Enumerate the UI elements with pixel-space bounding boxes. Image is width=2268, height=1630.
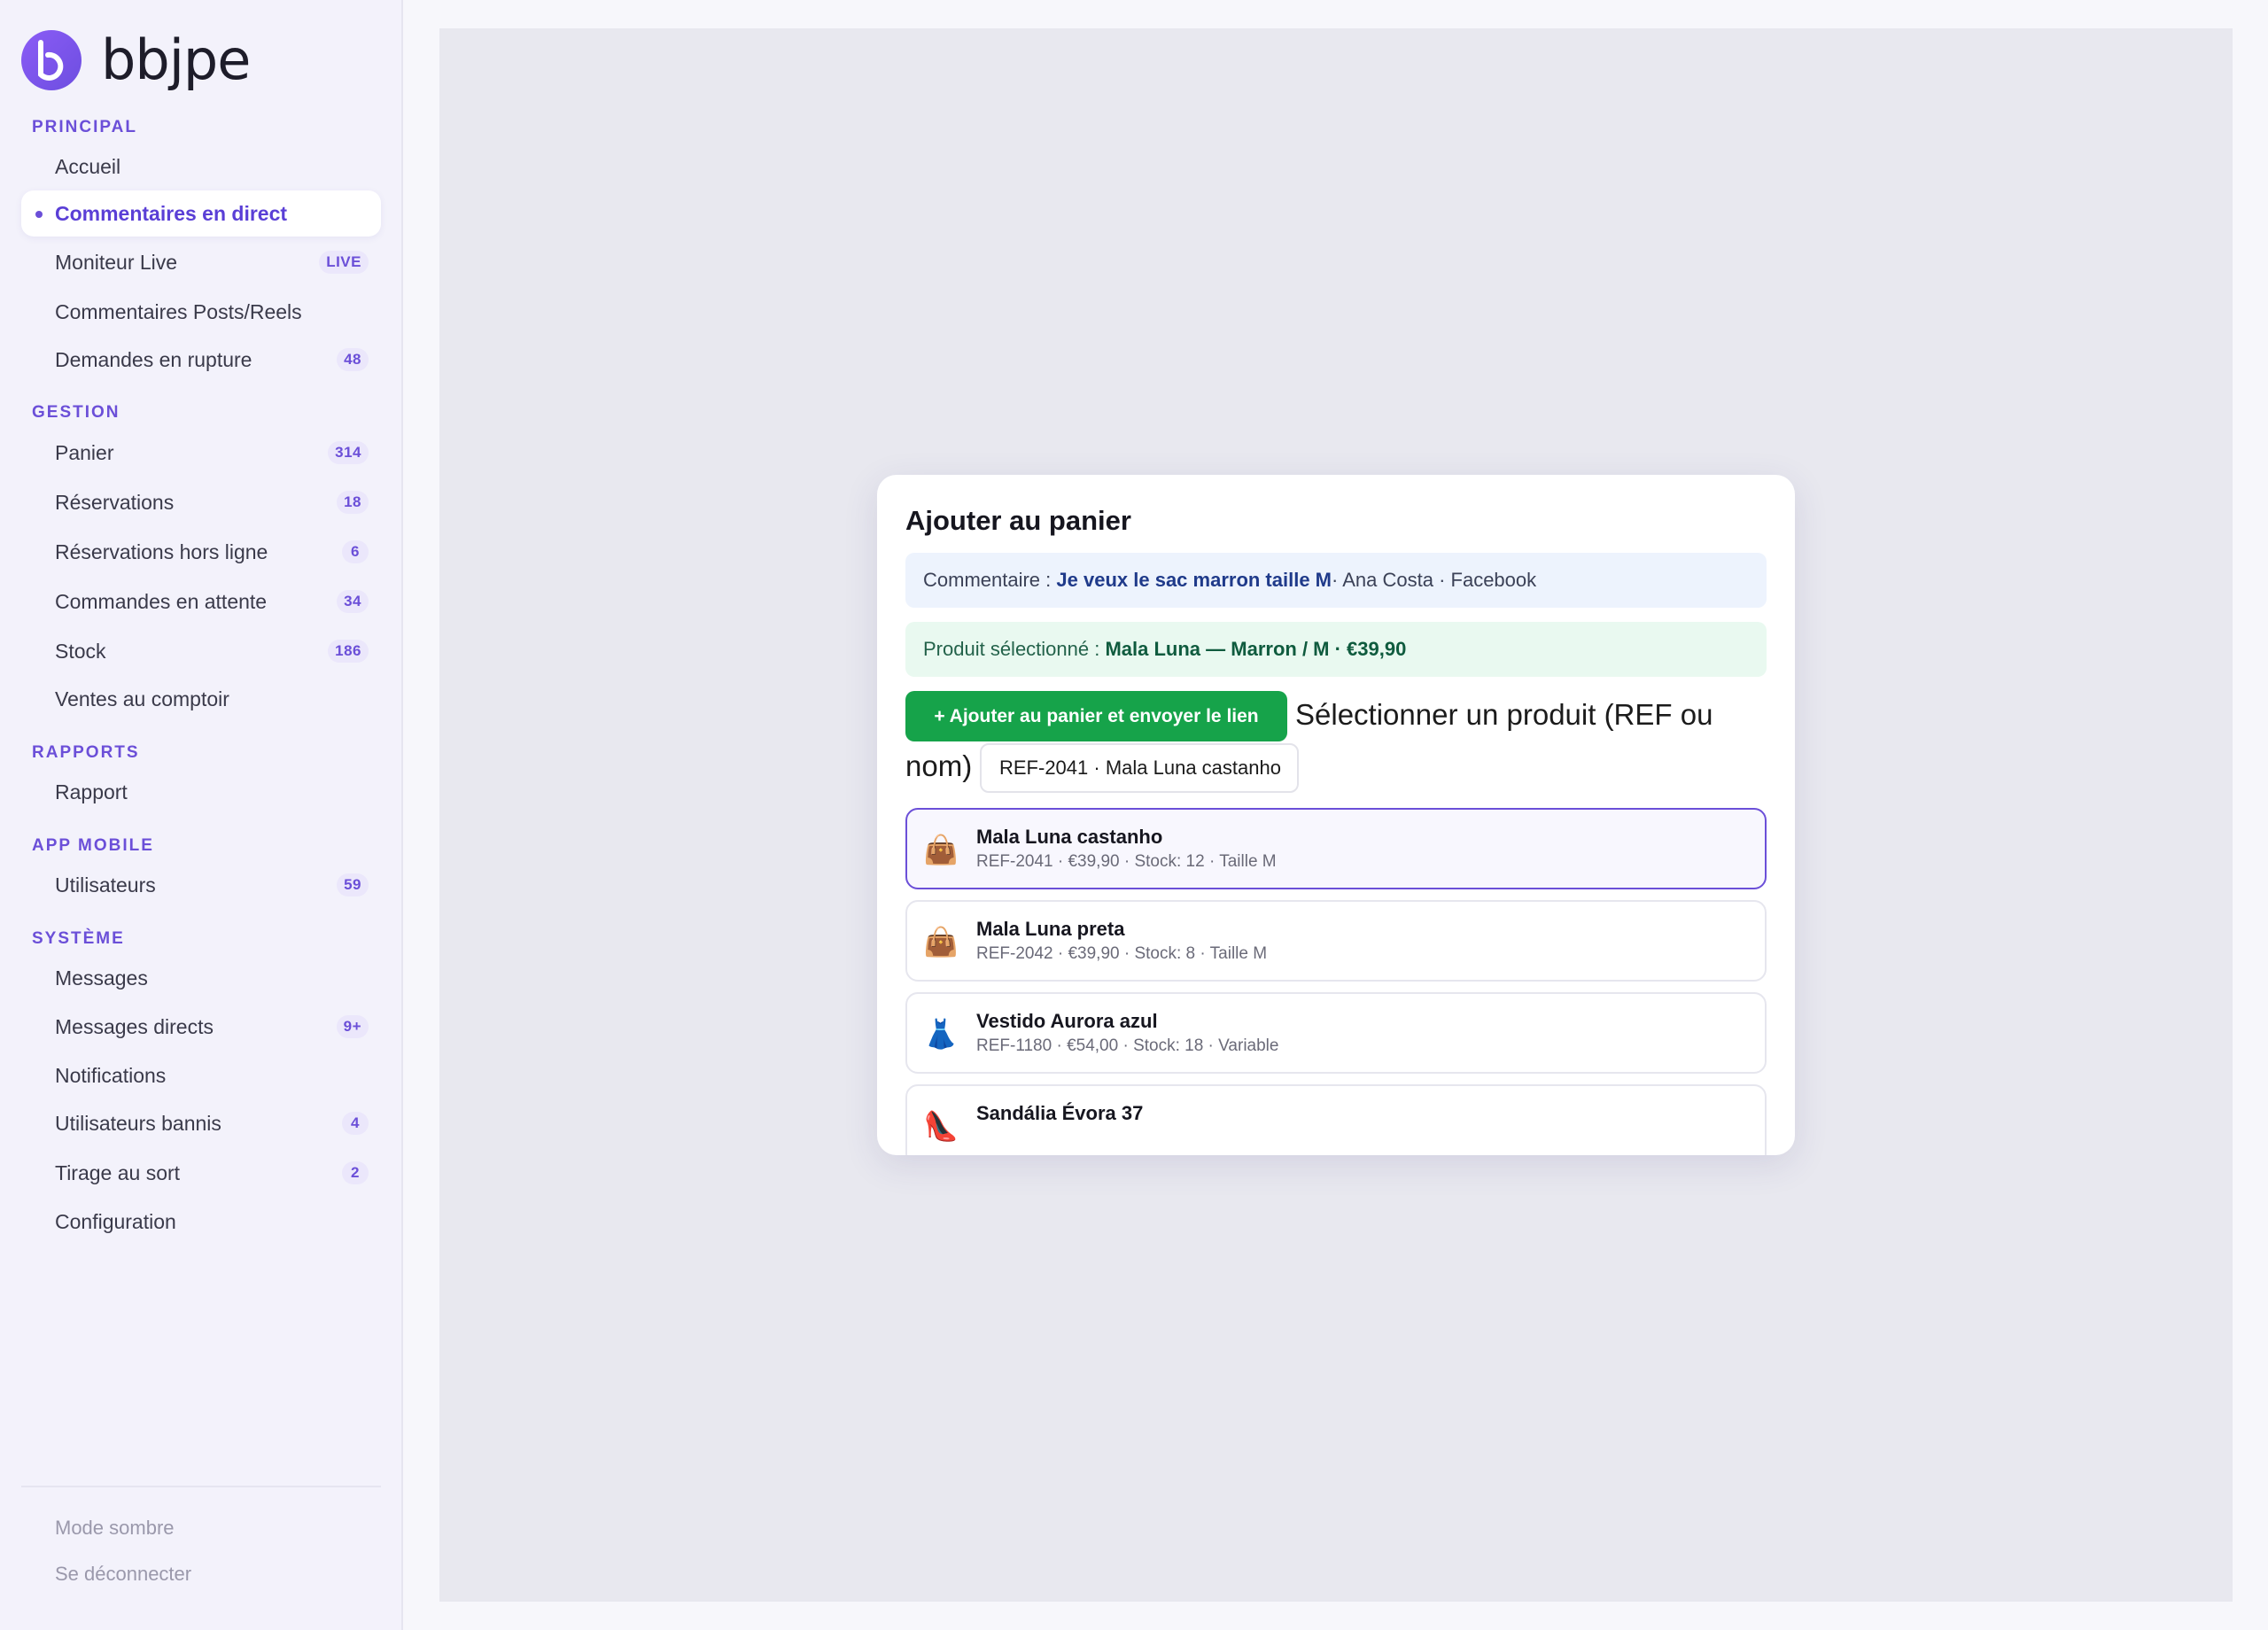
product-meta: REF-1180 · €54,00 · Stock: 18 · Variable bbox=[976, 1036, 1279, 1055]
dark-mode-toggle[interactable]: Mode sombre bbox=[55, 1517, 175, 1540]
sidebar-item-reservations-hors-ligne[interactable]: Réservations hors ligne 6 bbox=[21, 529, 381, 575]
add-to-cart-send-link-button[interactable]: + Ajouter au panier et envoyer le lien bbox=[905, 691, 1287, 741]
product-name: Mala Luna castanho bbox=[976, 826, 1163, 848]
brand-name: bbjpe bbox=[101, 27, 251, 92]
selected-product-text: Mala Luna — Marron / M · €39,90 bbox=[1105, 638, 1407, 660]
comment-prefix: Commentaire : bbox=[923, 569, 1052, 591]
handbag-icon: 👜 bbox=[923, 834, 959, 865]
product-result-item[interactable]: 👗 Vestido Aurora azul REF-1180 · €54,00 … bbox=[905, 992, 1767, 1074]
sidebar-item-label: Commentaires Posts/Reels bbox=[55, 299, 302, 323]
product-select-label: Sélectionner un produit (REF ou bbox=[1295, 698, 1713, 731]
sidebar-item-configuration[interactable]: Configuration bbox=[21, 1199, 381, 1245]
brand-logo-icon bbox=[21, 30, 82, 90]
sidebar-item-utilisateurs[interactable]: Utilisateurs 59 bbox=[21, 862, 381, 908]
sidebar-item-messages-directs[interactable]: Messages directs 9+ bbox=[21, 1004, 381, 1050]
count-badge: 2 bbox=[342, 1161, 369, 1184]
live-badge: LIVE bbox=[319, 251, 369, 274]
sidebar-item-panier[interactable]: Panier 314 bbox=[21, 430, 381, 476]
product-name: Sandália Évora 37 bbox=[976, 1102, 1144, 1124]
product-results-list: 👜 Mala Luna castanho REF-2041 · €39,90 ·… bbox=[905, 808, 1767, 1155]
sidebar-item-label: Messages directs bbox=[55, 1014, 214, 1038]
sidebar-item-commandes-en-attente[interactable]: Commandes en attente 34 bbox=[21, 578, 381, 625]
section-title-rapports: RAPPORTS bbox=[32, 743, 140, 762]
sidebar-item-label: Ventes au comptoir bbox=[55, 687, 229, 710]
sidebar-item-stock[interactable]: Stock 186 bbox=[21, 628, 381, 674]
count-badge: 18 bbox=[337, 491, 369, 514]
sidebar-item-label: Commandes en attente bbox=[55, 589, 268, 613]
count-badge: 314 bbox=[328, 441, 369, 464]
product-name: Mala Luna preta bbox=[976, 918, 1125, 940]
sidebar-item-utilisateurs-bannis[interactable]: Utilisateurs bannis 4 bbox=[21, 1100, 381, 1146]
count-badge: 48 bbox=[337, 348, 369, 371]
sidebar-item-label: Réservations bbox=[55, 490, 175, 514]
sidebar-item-tirage-au-sort[interactable]: Tirage au sort 2 bbox=[21, 1150, 381, 1196]
sidebar-item-label: Stock bbox=[55, 639, 106, 663]
sidebar-item-notifications[interactable]: Notifications bbox=[21, 1052, 381, 1098]
count-badge: 59 bbox=[337, 873, 369, 896]
selected-product-prefix: Produit sélectionné : bbox=[923, 638, 1100, 660]
product-select-label-continued: nom) bbox=[905, 749, 973, 782]
section-title-systeme: SYSTÈME bbox=[32, 929, 125, 948]
sidebar-item-accueil[interactable]: Accueil bbox=[21, 144, 381, 190]
count-badge: 186 bbox=[328, 640, 369, 663]
sidebar-item-label: Rapport bbox=[55, 780, 128, 803]
product-search-input[interactable] bbox=[980, 743, 1299, 793]
sidebar-item-label: Moniteur Live bbox=[55, 250, 178, 274]
sidebar-item-label: Messages bbox=[55, 966, 148, 990]
count-badge: 4 bbox=[342, 1112, 369, 1135]
add-to-cart-modal: Ajouter au panier Commentaire : Je veux … bbox=[877, 475, 1795, 1155]
section-title-principal: PRINCIPAL bbox=[32, 118, 137, 136]
product-name: Vestido Aurora azul bbox=[976, 1010, 1158, 1032]
sidebar-item-label: Accueil bbox=[55, 154, 121, 178]
sidebar-item-reservations[interactable]: Réservations 18 bbox=[21, 479, 381, 525]
section-title-app-mobile: APP MOBILE bbox=[32, 836, 154, 855]
selected-product-box: Produit sélectionné : Mala Luna — Marron… bbox=[905, 622, 1767, 677]
sidebar-item-label: Commentaires en direct bbox=[55, 201, 288, 225]
sidebar-item-label: Panier bbox=[55, 440, 114, 464]
dress-icon: 👗 bbox=[923, 1018, 959, 1050]
product-result-item[interactable]: 👜 Mala Luna castanho REF-2041 · €39,90 ·… bbox=[905, 808, 1767, 889]
sidebar-item-moniteur-live[interactable]: Moniteur Live LIVE bbox=[21, 239, 381, 285]
modal-title: Ajouter au panier bbox=[905, 505, 1131, 536]
active-indicator-dot bbox=[35, 211, 43, 218]
count-badge: 34 bbox=[337, 590, 369, 613]
handbag-icon: 👜 bbox=[923, 926, 959, 958]
count-badge: 6 bbox=[342, 540, 369, 563]
logout-link[interactable]: Se déconnecter bbox=[55, 1563, 191, 1586]
sidebar-item-commentaires-en-direct[interactable]: Commentaires en direct bbox=[21, 190, 381, 237]
sidebar-item-label: Utilisateurs bbox=[55, 873, 156, 896]
comment-info-box: Commentaire : Je veux le sac marron tail… bbox=[905, 553, 1767, 608]
section-title-gestion: GESTION bbox=[32, 403, 120, 422]
sidebar-item-rapport[interactable]: Rapport bbox=[21, 769, 381, 815]
product-meta: REF-2042 · €39,90 · Stock: 8 · Taille M bbox=[976, 944, 1268, 963]
high-heel-icon: 👠 bbox=[923, 1110, 959, 1142]
sidebar-divider bbox=[21, 1486, 381, 1487]
comment-author-source: · Ana Costa · Facebook bbox=[1332, 569, 1537, 591]
sidebar-item-ventes-au-comptoir[interactable]: Ventes au comptoir bbox=[21, 676, 381, 722]
comment-text: Je veux le sac marron taille M bbox=[1056, 569, 1332, 591]
sidebar-item-demandes-en-rupture[interactable]: Demandes en rupture 48 bbox=[21, 337, 381, 383]
sidebar-item-commentaires-posts-reels[interactable]: Commentaires Posts/Reels bbox=[21, 289, 381, 335]
count-badge: 9+ bbox=[336, 1015, 369, 1038]
sidebar-item-label: Configuration bbox=[55, 1209, 176, 1233]
product-result-item[interactable]: 👠 Sandália Évora 37 bbox=[905, 1084, 1767, 1155]
product-result-item[interactable]: 👜 Mala Luna preta REF-2042 · €39,90 · St… bbox=[905, 900, 1767, 982]
sidebar-item-label: Demandes en rupture bbox=[55, 347, 252, 371]
sidebar-item-label: Notifications bbox=[55, 1063, 167, 1087]
sidebar-item-label: Tirage au sort bbox=[55, 1160, 181, 1184]
sidebar-item-label: Utilisateurs bannis bbox=[55, 1111, 221, 1135]
product-meta: REF-2041 · €39,90 · Stock: 12 · Taille M bbox=[976, 852, 1277, 871]
sidebar-item-label: Réservations hors ligne bbox=[55, 539, 268, 563]
brand[interactable]: bbjpe bbox=[21, 27, 251, 92]
sidebar-item-messages[interactable]: Messages bbox=[21, 955, 381, 1001]
sidebar: bbjpe PRINCIPAL Accueil Commentaires en … bbox=[0, 0, 403, 1630]
